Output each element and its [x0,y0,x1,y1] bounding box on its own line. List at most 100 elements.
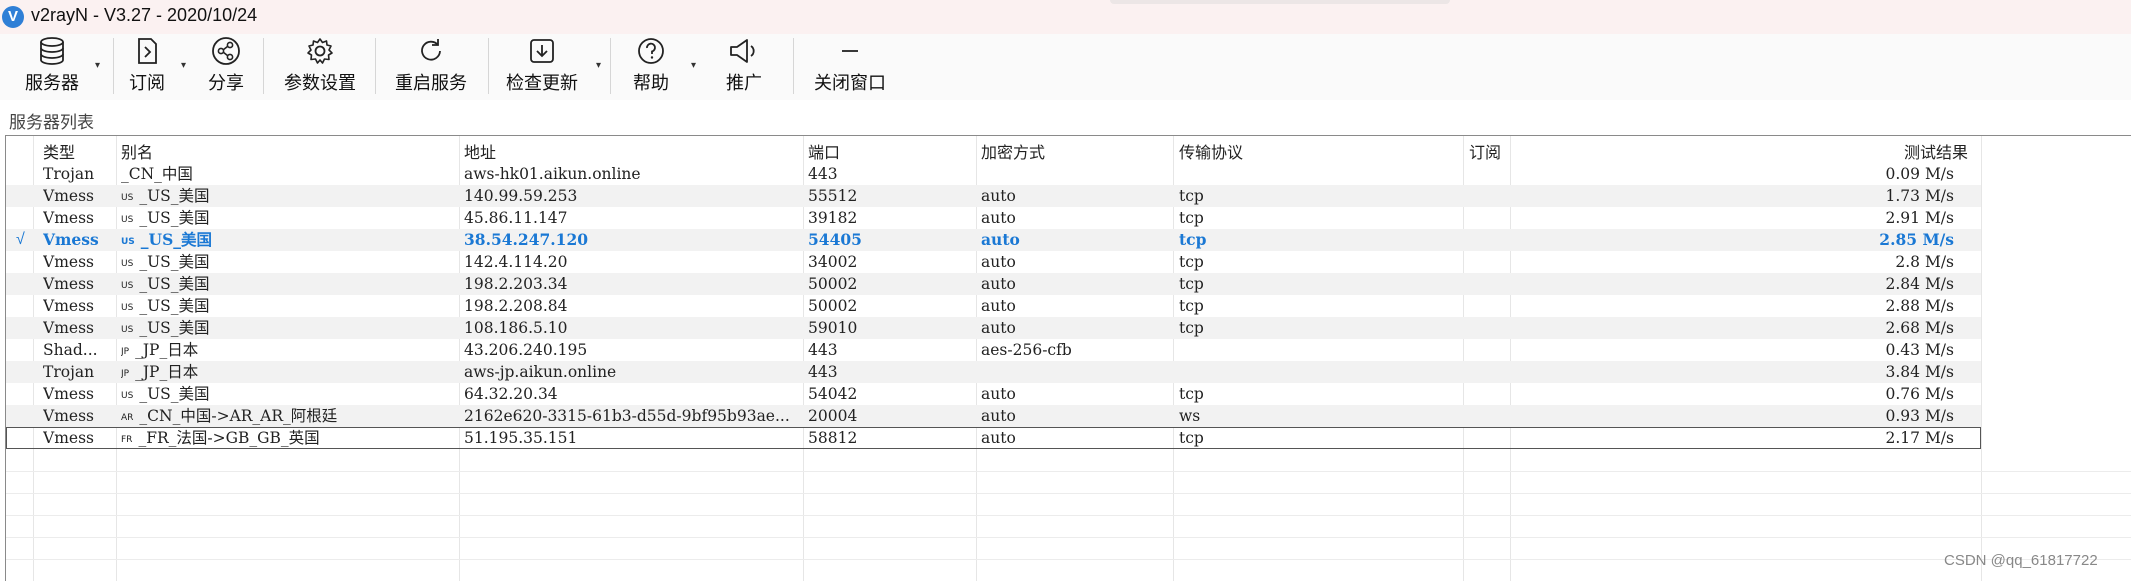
transport-text: tcp [1179,385,1204,403]
table-row[interactable]: Vmess US _US_美国 142.4.114.20 34002 auto tcp 2.8… [6,251,1981,273]
cell-alias: FR _FR_法国->GB_GB_英国 [121,427,459,449]
port-text: 50002 [808,297,858,315]
column-header-port[interactable]: 端口 [808,139,840,163]
column-header-alias[interactable]: 别名 [121,139,153,163]
address-text: 43.206.240.195 [464,341,588,359]
share-icon [212,37,240,65]
cell-port: 34002 [808,251,976,273]
title-bar: V v2rayN - V3.27 - 2020/10/24 [0,0,2131,34]
alias-text: _US_美国 [139,297,210,315]
server-list-table[interactable]: 类型 别名 地址 端口 加密方式 传输协议 订阅 测试结果 Trojan _CN_… [5,135,2131,581]
cell-transport: tcp [1179,229,1463,251]
table-row[interactable]: Trojan JP _JP_日本 aws-jp.aikun.online 443 3.84… [6,361,1981,383]
toolbar-separator [488,38,489,94]
cell-port: 54042 [808,383,976,405]
port-text: 55512 [808,187,858,205]
country-flag-code: US [121,215,134,225]
country-flag-code: US [121,303,134,313]
database-icon [40,37,64,65]
table-row[interactable]: Vmess FR _FR_法国->GB_GB_英国 51.195.35.151 5881… [6,427,1981,449]
type-text: Vmess [43,275,94,293]
toolbar-separator [113,38,114,94]
check-update-button[interactable]: 检查更新 [502,34,582,98]
encryption-text: auto [981,187,1016,205]
address-text: 45.86.11.147 [464,209,568,227]
subscribe-dropdown-arrow-icon[interactable]: ▾ [181,60,186,71]
port-text: 39182 [808,209,858,227]
cell-address: 38.54.247.120 [464,229,804,251]
table-row[interactable]: Vmess US _US_美国 198.2.203.34 50002 auto tcp 2.8… [6,273,1981,295]
encryption-text: auto [981,275,1016,293]
cell-encryption: auto [981,383,1173,405]
table-row[interactable]: Trojan _CN_中国 aws-hk01.aikun.online 443 0.09… [6,163,1981,185]
cell-encryption: auto [981,295,1173,317]
promote-button[interactable]: 推广 [718,34,770,98]
cell-encryption: auto [981,405,1173,427]
table-row[interactable]: Vmess US _US_美国 140.99.59.253 55512 auto tcp 1.… [6,185,1981,207]
table-row[interactable]: √ Vmess US _US_美国 38.54.247.120 54405 auto tcp 2… [6,229,1981,251]
column-header-address[interactable]: 地址 [464,139,496,163]
column-header-subscription[interactable]: 订阅 [1469,139,1501,163]
cell-type: Trojan [43,361,119,383]
encryption-text: auto [981,209,1016,227]
cell-alias: US _US_美国 [121,317,459,339]
cell-type: Vmess [43,207,119,229]
cell-test-result: 2.8 M/s [1895,253,1954,271]
share-button[interactable]: 分享 [200,34,252,98]
address-text: 51.195.35.151 [464,429,578,447]
settings-button[interactable]: 参数设置 [280,34,360,98]
help-button[interactable]: 帮助 [625,34,677,98]
transport-text: tcp [1179,429,1204,447]
restart-service-button[interactable]: 重启服务 [390,34,472,98]
subscribe-button[interactable]: 订阅 [122,34,172,98]
type-text: Vmess [43,319,94,337]
column-header-type[interactable]: 类型 [43,139,75,163]
close-window-button[interactable]: 关闭窗口 [808,34,892,98]
check-update-dropdown-arrow-icon[interactable]: ▾ [596,60,601,71]
cell-test-result: 0.43 M/s [1885,341,1955,359]
cell-type: Vmess [43,251,119,273]
cell-type: Vmess [43,229,119,251]
toolbar-separator [610,38,611,94]
cell-test-result: 3.84 M/s [1885,363,1955,381]
cell-transport: tcp [1179,207,1463,229]
column-header-test-result[interactable]: 测试结果 [1904,139,1968,163]
type-text: Shad... [43,341,98,359]
table-header-row: 类型 别名 地址 端口 加密方式 传输协议 订阅 测试结果 [6,136,2131,162]
cell-port: 59010 [808,317,976,339]
cell-encryption [981,361,1173,383]
country-flag-code: AR [121,413,134,423]
table-row[interactable]: Vmess US _US_美国 45.86.11.147 39182 auto tcp 2.9… [6,207,1981,229]
cell-address: 51.195.35.151 [464,427,804,449]
table-row[interactable]: Vmess US _US_美国 108.186.5.10 59010 auto tcp 2.6… [6,317,1981,339]
cell-test-result: 0.93 M/s [1885,407,1955,425]
cell-address: 198.2.208.84 [464,295,804,317]
minimize-icon [842,50,858,52]
cell-type: Vmess [43,185,119,207]
type-text: Trojan [43,363,95,381]
cell-encryption: auto [981,185,1173,207]
settings-label: 参数设置 [284,73,356,93]
table-row[interactable]: Shad... JP _JP_日本 43.206.240.195 443 aes-256-… [6,339,1981,361]
alias-text: _CN_中国 [121,165,193,183]
watermark: CSDN @qq_61817722 [1944,552,2098,569]
encryption-text: auto [981,253,1016,271]
transport-text: tcp [1179,187,1204,205]
cell-subscription [1469,273,1515,295]
table-row[interactable]: Vmess US _US_美国 198.2.208.84 50002 auto tcp 2.8… [6,295,1981,317]
cell-alias: US _US_美国 [121,273,459,295]
servers-button[interactable]: 服务器 [16,34,88,98]
column-header-transport[interactable]: 传输协议 [1179,139,1243,163]
table-row[interactable]: Vmess US _US_美国 64.32.20.34 54042 auto tcp 0.76… [6,383,1981,405]
cell-subscription [1469,207,1515,229]
table-row[interactable]: Vmess AR _CN_中国->AR_AR_阿根廷 2162e620-3315-61… [6,405,1981,427]
help-dropdown-arrow-icon[interactable]: ▾ [691,60,696,71]
servers-dropdown-arrow-icon[interactable]: ▾ [95,60,100,71]
help-icon [638,38,664,64]
encryption-text: auto [981,429,1016,447]
cell-subscription [1469,317,1515,339]
cell-alias: JP _JP_日本 [121,339,459,361]
column-header-encryption[interactable]: 加密方式 [981,139,1045,163]
cell-address: 45.86.11.147 [464,207,804,229]
type-text: Vmess [43,209,94,227]
